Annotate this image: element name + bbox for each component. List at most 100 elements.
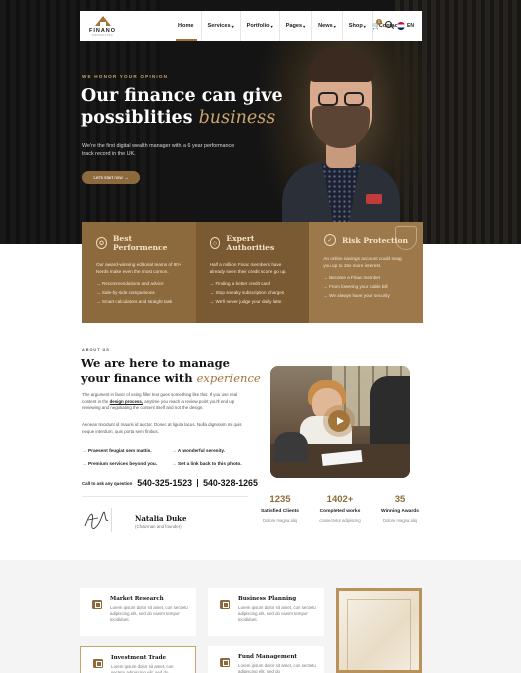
uk-flag-icon[interactable] [397,22,405,30]
chevron-down-icon: ▾ [231,23,234,29]
list-item: Finding a better credit card [210,281,296,286]
check-item: Praesent feugiat sem mattis. [82,448,172,453]
service-title: Market Research [110,596,164,602]
list-item: Side-by-side comparisons [96,290,182,295]
about-eyebrow: ABOUT US [82,348,110,352]
hero-section: FINANO CONSULTING Home Services ▾ Portfol… [0,0,521,244]
divider [197,479,199,487]
stat-label: Winning Awards [381,509,419,514]
start-now-button[interactable]: Let's start now → [82,171,140,184]
feature-desc: An online savings account could snag you… [323,256,402,268]
nav-menu: Home Services ▾ Portfolio ▾ Pages ▾ News ▾ S… [172,11,406,41]
features-row: ✪ Best Performence Our award-winning edit… [82,222,423,323]
medal-icon: ✪ [96,237,107,249]
stat-label: Satisfied Clients [260,509,300,514]
main-navbar: FINANO CONSULTING Home Services ▾ Portfol… [80,11,422,41]
design-process-link[interactable]: design process, [110,399,143,404]
decorative-image-frame [336,588,422,673]
stat-item: 1235 Satisfied Clients Dolore magna aliq [250,494,310,523]
divider [82,496,248,497]
money-bag-icon [220,658,230,667]
shield-check-icon: ✓ [323,234,336,246]
about-title: We are here to manage your finance with … [81,356,261,385]
service-title: Investment Trade [111,655,167,661]
logo[interactable]: FINANO CONSULTING [80,11,125,41]
language-selector[interactable]: EN [407,23,414,29]
service-card-business-planning[interactable]: Business Planning Lorem ipsum dolor sit … [208,588,324,636]
briefcase-icon [220,600,230,609]
about-check-list: Praesent feugiat sem mattis. A wonderful… [82,448,262,466]
phone-row: Call to ask any question 540-325-1523 54… [82,478,282,488]
chart-icon [92,600,102,609]
about-paragraph-1: The argument in favor of using filler te… [82,392,238,411]
nav-item-services[interactable]: Services ▾ [202,11,241,41]
chevron-down-icon: ▾ [270,23,273,29]
hero-description: We're the first digital wealth manager w… [82,143,235,157]
ceo-name: Natalia Duke [135,514,187,523]
service-desc: Lorem ipsum dolor sit amet, con sectetu … [238,605,316,622]
check-item: Premium services beyond you. [82,461,172,466]
phone-number-1[interactable]: 540-325-1523 [137,478,192,488]
services-section: Market Research Lorem ipsum dolor sit am… [0,560,521,673]
ceo-role: (Chairman and founder) [135,524,182,529]
about-title-accent: experience [196,371,261,385]
logo-tagline: CONSULTING [91,33,114,37]
chevron-down-icon: ▾ [363,23,366,29]
list-item: From lowering your cable bill [323,284,409,289]
nav-item-home[interactable]: Home [172,11,202,41]
shield-watermark-icon [394,226,417,250]
stats-row: 1235 Satisfied Clients Dolore magna aliq… [250,494,430,523]
feature-card-authorities: ◇ Expert Authorities Half a million Finac… [195,222,310,323]
stat-item: 1402+ Completed works consectetur adipis… [310,494,370,523]
service-card-investment-trade[interactable]: Investment Trade Lorem ipsum dolor sit a… [80,646,196,673]
service-title: Fund Management [238,654,297,660]
feature-card-risk: ✓ Risk Protection An online savings accou… [309,222,423,323]
stat-item: 35 Winning Awards Dolore magna aliq [370,494,430,523]
feature-desc: Our award-winning editorial teams of 80+… [96,262,182,274]
check-item: A wonderful serenity. [172,448,262,453]
stat-value: 1402+ [326,494,354,505]
list-item: Become a Finac member [323,275,409,280]
nav-item-pages[interactable]: Pages ▾ [280,11,313,41]
nav-item-portfolio[interactable]: Portfolio ▾ [241,11,280,41]
service-card-market-research[interactable]: Market Research Lorem ipsum dolor sit am… [80,588,196,636]
search-icon[interactable] [385,21,392,28]
about-paragraph-2: Aenean tincidunt id mauris id auctor. Do… [82,422,242,434]
service-desc: Lorem ipsum dolor sit amet, con sectetu … [110,605,188,622]
service-desc: Lorem ipsum dolor sit amet, con sectetu … [238,663,316,673]
nav-item-news[interactable]: News ▾ [312,11,343,41]
hero-person-image [282,44,400,244]
phone-question: Call to ask any question [82,480,133,486]
play-video-button[interactable] [328,410,350,432]
feature-desc: Half a million Finac members have alread… [209,262,287,274]
feature-title: Best Performence [113,234,168,252]
stat-sub: Dolore magna aliq [263,518,297,523]
list-item: Stop sneaky subscription charges [210,290,296,295]
coins-icon [93,659,103,668]
hero-title: Our finance can give possiblities busine… [81,86,283,128]
signature-image [82,508,112,532]
feature-title: Expert Authorities [226,234,275,252]
phone-number-2[interactable]: 540-328-1265 [203,478,258,488]
hero-eyebrow: WE HONOR YOUR OPINION [82,74,169,79]
meeting-photo [270,366,410,478]
stat-sub: consectetur adipiscing [319,518,361,523]
cart-count-badge: 0 [376,19,382,25]
hero-title-accent: business [198,108,276,128]
chevron-down-icon: ▾ [333,23,336,29]
stat-label: Completed works [319,509,361,514]
service-desc: Lorem ipsum dolor sit amet, con sectetu … [111,664,174,673]
stat-sub: Dolore magna aliq [383,518,417,523]
diamond-icon: ◇ [209,237,221,249]
check-item: Set a link back to this photo. [172,461,262,466]
service-card-fund-management[interactable]: Fund Management Lorem ipsum dolor sit am… [208,646,324,673]
nav-item-shop[interactable]: Shop ▾ [343,11,373,41]
stat-value: 1235 [269,494,291,505]
service-title: Business Planning [238,596,297,602]
list-item: Smart calculators and straight task [96,299,182,304]
chevron-down-icon: ▾ [303,23,306,29]
stat-value: 35 [394,494,406,505]
list-item: We always have your security [323,293,409,298]
logo-mark-icon [94,15,111,26]
feature-card-performance: ✪ Best Performence Our award-winning edit… [82,222,196,323]
